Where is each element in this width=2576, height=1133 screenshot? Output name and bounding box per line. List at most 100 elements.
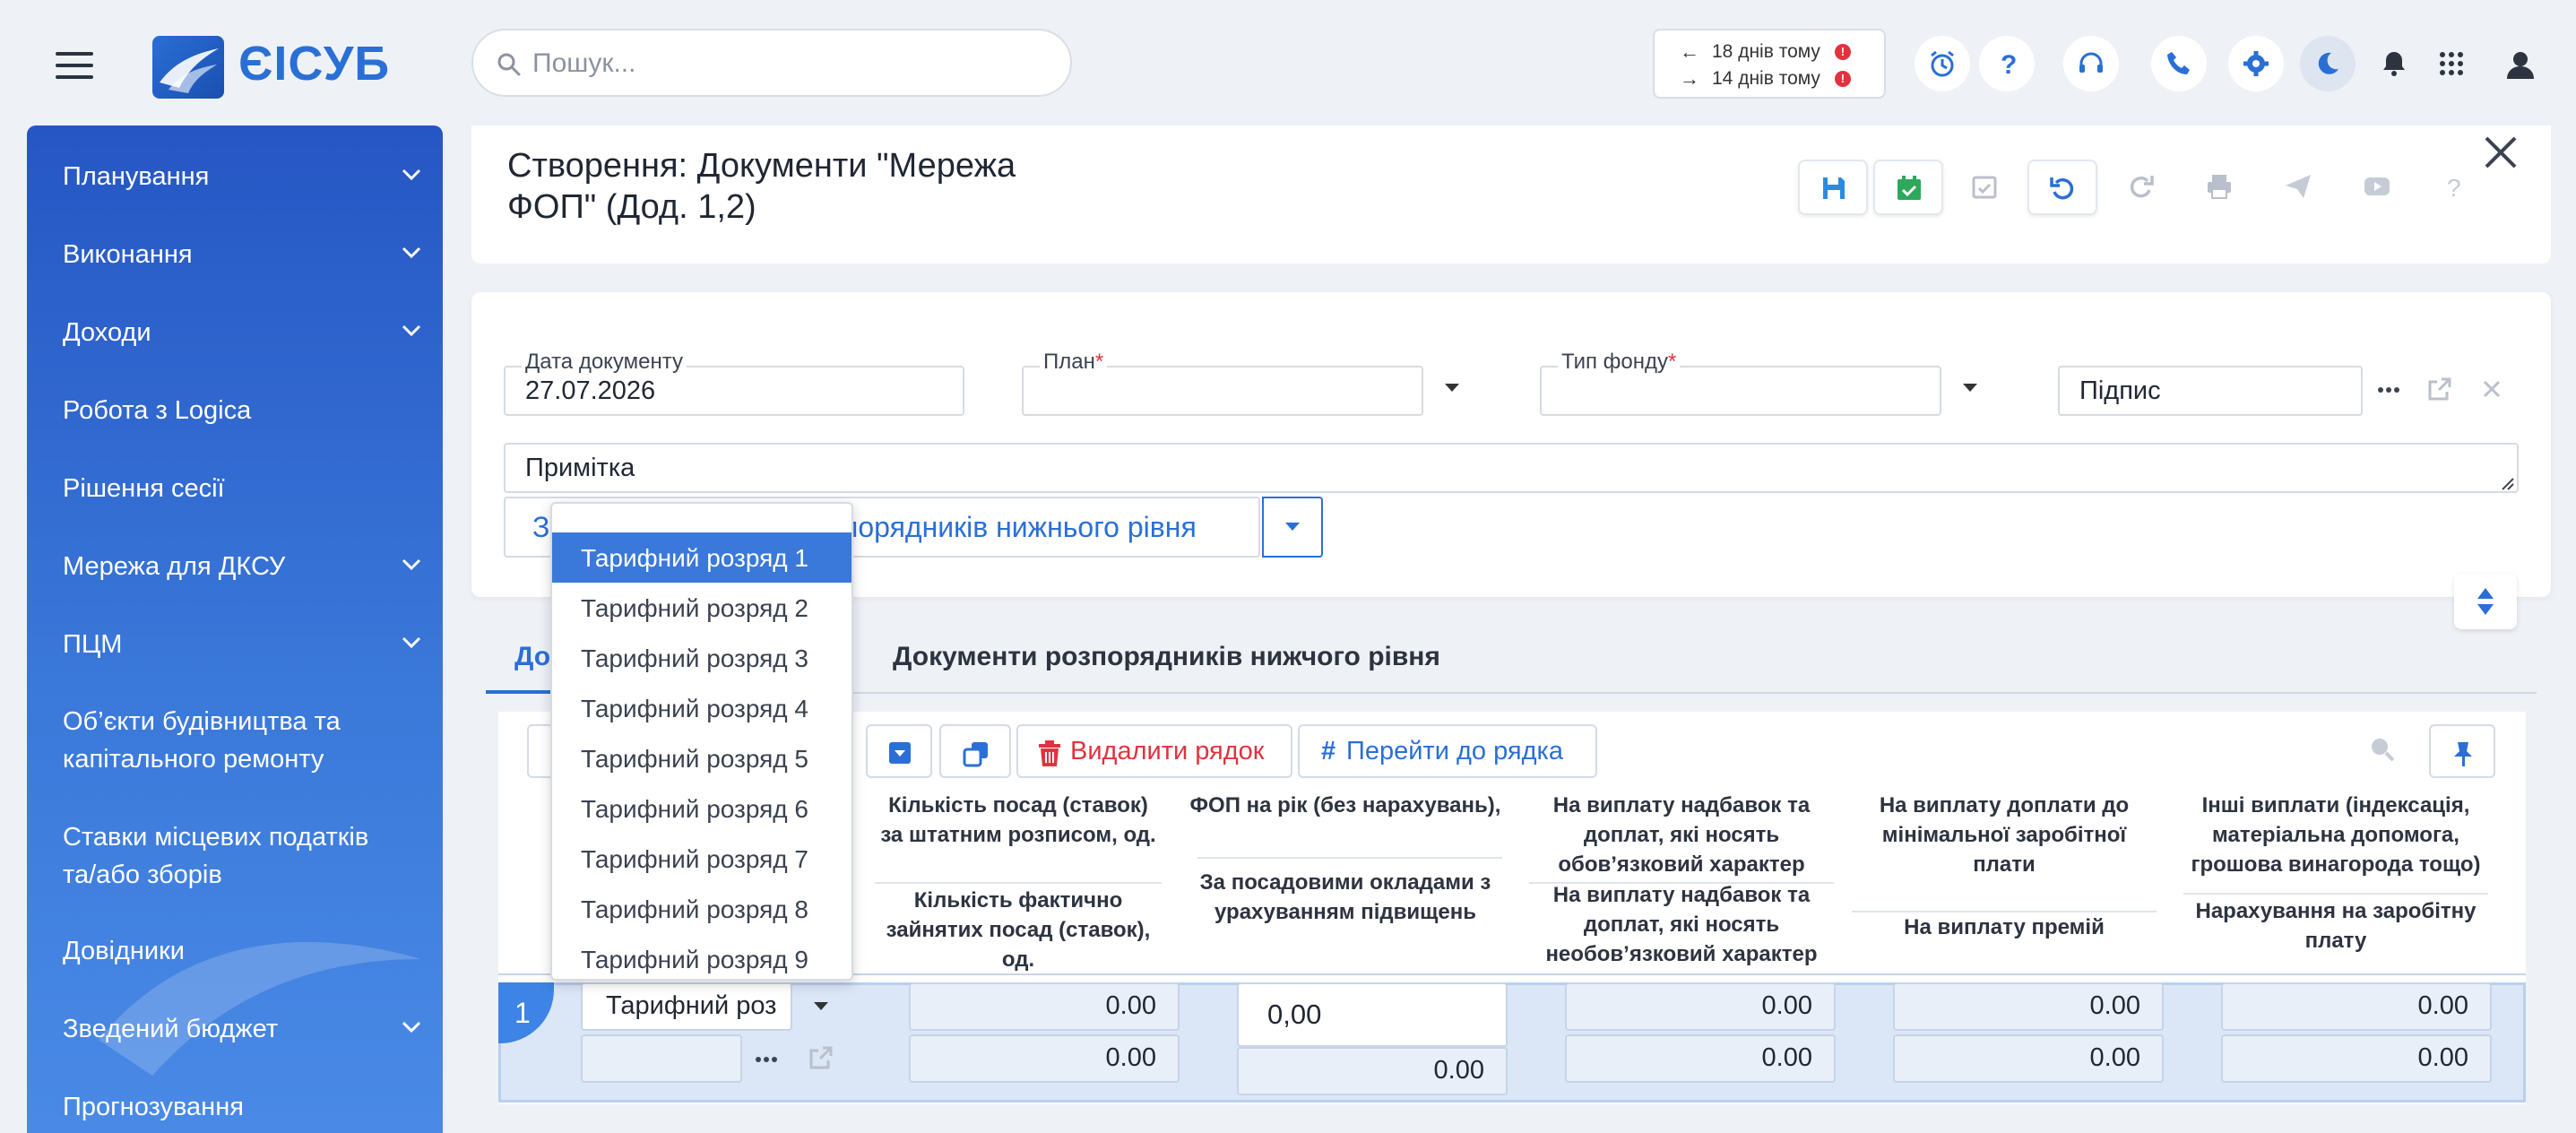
hamburger-menu-icon[interactable] [56,52,93,79]
other-payments-cell[interactable]: 0.00 [2221,982,2492,1031]
fop-year-input[interactable]: 0,00 [1237,982,1508,1047]
note-field[interactable]: Примітка [504,443,2519,493]
dropdown-option[interactable]: Тарифний розряд 2 [552,583,851,633]
resize-handle-icon[interactable] [2501,477,2515,491]
history-forward-text[interactable]: 14 днів тому [1712,68,1820,90]
sidebar-item-tax-rates[interactable]: Ставки місцевих податків та/або зборів [63,818,403,894]
dropdown-option[interactable]: Тарифний розряд 7 [552,834,851,884]
forward-arrow-icon[interactable]: → [1680,67,1699,91]
help-icon[interactable]: ? [1979,36,2035,91]
bell-icon[interactable] [2366,36,2422,91]
rank-select[interactable]: Тарифний роз [581,982,792,1031]
sidebar-item-session[interactable]: Рішення сесії [63,470,421,507]
alarm-clock-icon[interactable] [1915,36,1970,91]
sidebar-item-label[interactable]: Довідники [63,937,185,965]
payroll-charges-cell[interactable]: 0.00 [2221,1034,2492,1083]
print-button[interactable] [2185,160,2255,215]
redo-button[interactable] [2106,160,2176,215]
search-input[interactable] [531,43,1036,84]
grid-copy-button[interactable] [939,724,1011,778]
dropdown-option-label[interactable]: Тарифний розряд 3 [581,644,808,673]
dropdown-option-label[interactable]: Тарифний розряд 9 [581,946,808,974]
sidebar-item-label[interactable]: Мережа для ДКСУ [63,552,285,581]
clear-icon[interactable] [2483,380,2501,398]
undo-button[interactable] [2027,160,2097,215]
rank-dropdown-arrow-icon[interactable] [814,1002,828,1010]
moon-icon[interactable] [2300,36,2356,91]
column-header[interactable]: На виплату надбавок та доплат, які носят… [1529,791,1834,879]
mandatory-allowance-cell[interactable]: 0.00 [1565,982,1836,1031]
fund-type-dropdown-arrow-icon[interactable] [1963,384,1977,392]
dropdown-option-label[interactable]: Тарифний розряд 6 [581,795,808,824]
sidebar-item-label[interactable]: Рішення сесії [63,474,225,503]
column-header[interactable]: Нарахування на заробітну плату [2183,896,2488,956]
dropdown-option-label[interactable]: Тарифний розряд 2 [581,594,808,623]
grid-collapse-button[interactable] [866,724,932,778]
save-and-confirm-button[interactable] [1873,160,1943,215]
plan-field[interactable]: План* [1022,350,1423,416]
sidebar-item-planning[interactable]: Планування [63,158,421,195]
chevron-down-icon[interactable] [402,246,421,259]
apps-grid-icon[interactable] [2424,36,2479,91]
gear-icon[interactable] [2228,36,2284,91]
more-dots-icon[interactable] [2377,384,2400,396]
sidebar-item-income[interactable]: Доходи [63,314,421,351]
lower-level-button-prefix[interactable]: З [532,511,549,544]
sidebar-item-pcm[interactable]: ПЦМ [63,626,421,663]
sidebar-item-label[interactable]: ПЦМ [63,630,122,659]
rank-dropdown-list[interactable]: Тарифний розряд 1 Тарифний розряд 2 Тари… [550,502,853,981]
sidebar-item-execution[interactable]: Виконання [63,236,421,273]
search-box[interactable] [471,29,1072,97]
actual-positions-cell[interactable]: 0.00 [909,1034,1180,1083]
chevron-down-icon[interactable] [402,1021,421,1034]
delete-row-label[interactable]: Видалити рядок [1070,737,1265,766]
signature-field[interactable]: Підпис [2058,366,2363,416]
save-button[interactable] [1798,160,1868,215]
pin-button[interactable] [2429,724,2495,778]
sidebar-item-label[interactable]: Прогнозування [63,1093,244,1121]
sidebar-item-logica[interactable]: Робота з Logica [63,392,421,429]
phone-icon[interactable] [2151,36,2207,91]
rank-lookup-field[interactable] [581,1034,742,1083]
dropdown-option[interactable]: Тарифний розряд 9 [552,934,851,979]
tab-documents[interactable]: До [514,642,550,672]
delete-row-button[interactable]: Видалити рядок [1016,724,1292,778]
tab-lower-level-documents[interactable]: Документи розпорядників нижчого рівня [893,642,1440,672]
sidebar-item-label[interactable]: Об’єкти будівництва та капітального ремо… [63,707,341,774]
dropdown-option[interactable]: Тарифний розряд 3 [552,633,851,683]
column-header[interactable]: Інші виплати (індексація, матеріальна до… [2183,791,2488,879]
dropdown-option-label[interactable]: Тарифний розряд 7 [581,845,808,874]
chevron-down-icon[interactable] [402,169,421,181]
min-wage-cell[interactable]: 0.00 [1893,982,2164,1031]
column-header[interactable]: На виплату доплати до мінімальної заробі… [1852,791,2157,879]
more-dots-icon[interactable] [755,1054,778,1065]
dropdown-option-label[interactable]: Тарифний розряд 4 [581,695,808,723]
confirm-button[interactable] [1950,160,2020,215]
plan-dropdown-arrow-icon[interactable] [1445,384,1459,392]
signature-value[interactable]: Підпис [2079,376,2161,406]
bonus-cell[interactable]: 0.00 [1893,1034,2164,1083]
sidebar-item-consolidated-budget[interactable]: Зведений бюджет [63,1010,421,1048]
dropdown-option-label[interactable]: Тарифний розряд 1 [581,544,808,573]
sidebar-item-label[interactable]: Доходи [63,318,151,347]
sidebar-item-forecasting[interactable]: Прогнозування [63,1088,421,1126]
sidebar-item-label[interactable]: Планування [63,162,209,191]
sidebar-item-directories[interactable]: Довідники [63,932,421,970]
back-arrow-icon[interactable]: ← [1680,40,1699,64]
go-to-row-button[interactable]: # Перейти до рядка [1298,724,1597,778]
dropdown-search-area[interactable] [552,504,851,531]
dropdown-option[interactable]: Тарифний розряд 6 [552,783,851,834]
chevron-down-icon[interactable] [402,558,421,571]
history-back-text[interactable]: 18 днів тому [1712,41,1820,63]
dropdown-option-label[interactable]: Тарифний розряд 8 [581,895,808,924]
column-header[interactable]: На виплату премій [1852,912,2157,942]
document-date-field[interactable]: Дата документу 27.07.2026 [504,350,964,416]
navigation-history[interactable]: ← 18 днів тому ! → 14 днів тому ! [1653,29,1886,99]
chevron-down-icon[interactable] [402,636,421,649]
dropdown-option[interactable]: Тарифний розряд 4 [552,683,851,733]
close-icon[interactable] [2479,131,2522,174]
zoom-search-icon[interactable] [2370,737,2395,762]
video-button[interactable] [2343,160,2413,215]
sidebar-item-label[interactable]: Зведений бюджет [63,1015,278,1043]
sidebar-item-construction[interactable]: Об’єкти будівництва та капітального ремо… [63,703,385,778]
